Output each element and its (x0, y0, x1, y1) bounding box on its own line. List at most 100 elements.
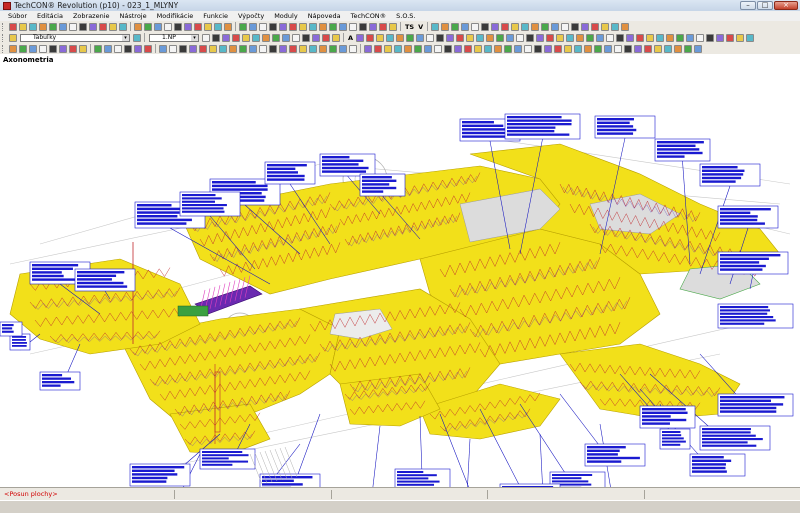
minimize-button[interactable]: – (740, 1, 756, 10)
tool-button-tb3-171[interactable] (374, 45, 382, 53)
tool-button-tb3-121[interactable] (19, 45, 27, 53)
tool-button-tb1-22[interactable] (239, 23, 247, 31)
menu-file[interactable]: Súbor (0, 12, 32, 20)
tool-button-tb2-117[interactable] (726, 34, 734, 42)
tool-button-tb1-51[interactable] (561, 23, 569, 31)
tool-button-tb2-85[interactable] (406, 34, 414, 42)
tool-button-tb1-0[interactable] (9, 23, 17, 31)
tool-button-tb3-174[interactable] (404, 45, 412, 53)
tool-button-tb1-8[interactable] (89, 23, 97, 31)
layer-icon[interactable] (9, 34, 17, 42)
tool-button-tb1-52[interactable] (571, 23, 579, 31)
menu-modules[interactable]: Moduly (269, 12, 302, 20)
tool-button-tb3-156[interactable] (319, 45, 327, 53)
tool-button-tb3-190[interactable] (564, 45, 572, 53)
tool-button-tb2-73[interactable] (332, 34, 340, 42)
tool-button-tb2-87[interactable] (426, 34, 434, 42)
tool-button-tb3-185[interactable] (514, 45, 522, 53)
tool-button-tb3-191[interactable] (574, 45, 582, 53)
tool-button-tb3-150[interactable] (259, 45, 267, 53)
tool-button-tb1-11[interactable] (119, 23, 127, 31)
menu-techcon[interactable]: TechCON® (346, 12, 392, 20)
tool-button-tb3-157[interactable] (329, 45, 337, 53)
tool-button-tb1-27[interactable] (289, 23, 297, 31)
tool-button-tb3-180[interactable] (464, 45, 472, 53)
tool-button-tb2-90[interactable] (456, 34, 464, 42)
tool-button-tb1-31[interactable] (329, 23, 337, 31)
text-tool-button[interactable]: A (348, 34, 353, 42)
maximize-button[interactable]: □ (757, 1, 773, 10)
tool-button-tb2-114[interactable] (696, 34, 704, 42)
tool-button-tb1-7[interactable] (79, 23, 87, 31)
tool-button-tb2-106[interactable] (616, 34, 624, 42)
tool-button-tb1-36[interactable] (379, 23, 387, 31)
tool-button-tb2-89[interactable] (446, 34, 454, 42)
tool-button-tb3-195[interactable] (614, 45, 622, 53)
tool-button-tb3-140[interactable] (159, 45, 167, 53)
tool-button-tb1-2[interactable] (29, 23, 37, 31)
menu-modify[interactable]: Modifikácie (152, 12, 199, 20)
tool-button-tb3-183[interactable] (494, 45, 502, 53)
tool-button-tb2-68[interactable] (282, 34, 290, 42)
tool-button-tb1-32[interactable] (339, 23, 347, 31)
tool-button-tb1-48[interactable] (531, 23, 539, 31)
tool-button-tb3-124[interactable] (49, 45, 57, 53)
ts-button[interactable]: TS (405, 23, 414, 31)
tool-button-tb3-159[interactable] (349, 45, 357, 53)
floor-select[interactable]: 1.NP▾ (149, 34, 199, 42)
tool-button-tb1-17[interactable] (184, 23, 192, 31)
tool-button-tb2-83[interactable] (386, 34, 394, 42)
tool-button-tb1-35[interactable] (369, 23, 377, 31)
tool-button-tb2-93[interactable] (486, 34, 494, 42)
tool-button-tb1-18[interactable] (194, 23, 202, 31)
drawing-canvas[interactable] (0, 54, 800, 487)
tool-button-tb3-122[interactable] (29, 45, 37, 53)
tool-button-tb1-44[interactable] (491, 23, 499, 31)
tool-button-tb2-111[interactable] (666, 34, 674, 42)
tool-button-tb3-148[interactable] (239, 45, 247, 53)
tool-button-tb1-28[interactable] (299, 23, 307, 31)
tool-button-tb3-142[interactable] (179, 45, 187, 53)
tool-button-tb3-194[interactable] (604, 45, 612, 53)
tool-button-tb2-108[interactable] (636, 34, 644, 42)
tool-button-tb1-12[interactable] (134, 23, 142, 31)
layer-props-icon[interactable] (133, 34, 141, 42)
tool-button-tb2-110[interactable] (656, 34, 664, 42)
tool-button-tb1-5[interactable] (59, 23, 67, 31)
tool-button-tb2-86[interactable] (416, 34, 424, 42)
menu-calculations[interactable]: Výpočty (233, 12, 269, 20)
tool-button-tb3-149[interactable] (249, 45, 257, 53)
tool-button-tb2-99[interactable] (546, 34, 554, 42)
tool-button-tb3-198[interactable] (644, 45, 652, 53)
tool-button-tb3-147[interactable] (229, 45, 237, 53)
tool-button-tb2-88[interactable] (436, 34, 444, 42)
tool-button-tb2-63[interactable] (232, 34, 240, 42)
tool-button-tb2-84[interactable] (396, 34, 404, 42)
tool-button-tb1-13[interactable] (144, 23, 152, 31)
tool-button-tb1-4[interactable] (49, 23, 57, 31)
tool-button-tb2-65[interactable] (252, 34, 260, 42)
tool-button-tb1-37[interactable] (389, 23, 397, 31)
tool-button-tb3-176[interactable] (424, 45, 432, 53)
menu-sos[interactable]: S.O.S. (391, 12, 420, 20)
tool-button-tb2-64[interactable] (242, 34, 250, 42)
tool-button-tb3-125[interactable] (59, 45, 67, 53)
tool-button-tb1-10[interactable] (109, 23, 117, 31)
tool-button-tb1-54[interactable] (591, 23, 599, 31)
tool-button-tb3-188[interactable] (544, 45, 552, 53)
tool-button-tb3-133[interactable] (124, 45, 132, 53)
tool-button-tb1-19[interactable] (204, 23, 212, 31)
tool-button-tb2-119[interactable] (746, 34, 754, 42)
tool-button-tb2-116[interactable] (716, 34, 724, 42)
tool-button-tb1-39[interactable] (441, 23, 449, 31)
layer-select[interactable]: Tabuľky▾ (20, 34, 130, 42)
tool-button-tb3-146[interactable] (219, 45, 227, 53)
tool-button-tb1-47[interactable] (521, 23, 529, 31)
tool-button-tb1-30[interactable] (319, 23, 327, 31)
tool-button-tb2-81[interactable] (366, 34, 374, 42)
tool-button-tb1-46[interactable] (511, 23, 519, 31)
tool-button-tb3-201[interactable] (674, 45, 682, 53)
tool-button-tb2-71[interactable] (312, 34, 320, 42)
menu-view[interactable]: Zobrazenie (68, 12, 115, 20)
tool-button-tb3-130[interactable] (94, 45, 102, 53)
